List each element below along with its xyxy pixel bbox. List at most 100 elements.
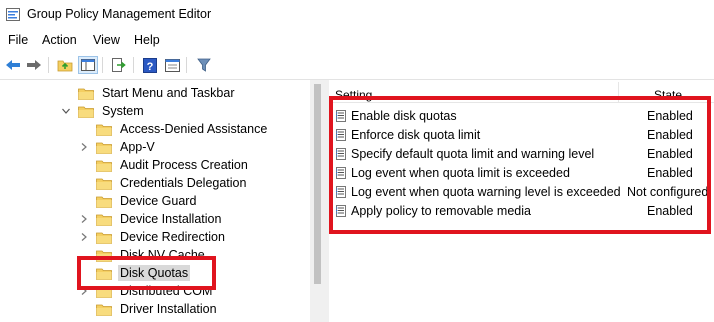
policy-setting-icon <box>336 186 346 198</box>
tree-item-label: Access-Denied Assistance <box>120 122 268 136</box>
policy-setting-name: Enable disk quotas <box>351 109 457 123</box>
menu-help[interactable]: Help <box>134 33 160 47</box>
chevron-down-icon[interactable] <box>60 105 72 117</box>
tree-item[interactable]: Disk NV Cache <box>78 246 207 264</box>
policy-setting-name: Enforce disk quota limit <box>351 128 481 142</box>
up-folder-icon[interactable] <box>55 56 75 74</box>
folder-icon <box>96 231 112 244</box>
tree-item[interactable]: Driver Installation <box>78 300 219 318</box>
tree-item-label: Audit Process Creation <box>120 158 248 172</box>
column-header-state[interactable]: State <box>654 88 682 102</box>
policy-setting-name: Log event when quota limit is exceeded <box>351 166 570 180</box>
policy-row[interactable]: Enforce disk quota limit Enabled <box>329 126 714 145</box>
policy-setting-name: Apply policy to removable media <box>351 204 531 218</box>
tree-item[interactable]: System <box>60 102 146 120</box>
tree-scrollbar[interactable] <box>310 80 325 322</box>
folder-icon <box>78 105 94 118</box>
export-list-icon[interactable] <box>109 56 129 74</box>
folder-icon <box>96 195 112 208</box>
chevron-right-icon[interactable] <box>78 231 90 243</box>
folder-icon <box>96 285 112 298</box>
folder-icon <box>96 213 112 226</box>
tree-item[interactable]: Audit Process Creation <box>78 156 250 174</box>
svg-text:?: ? <box>147 61 154 73</box>
policy-setting-icon <box>336 167 346 179</box>
window-title: Group Policy Management Editor <box>27 7 212 21</box>
policy-row[interactable]: Log event when quota limit is exceeded En… <box>329 164 714 183</box>
expander-placeholder <box>78 177 90 189</box>
tree-item[interactable]: Disk Quotas <box>78 264 191 282</box>
folder-icon <box>96 267 112 280</box>
policy-setting-icon <box>336 205 346 217</box>
expander-placeholder <box>78 249 90 261</box>
folder-icon <box>96 177 112 190</box>
tree-item-label: Credentials Delegation <box>120 176 247 190</box>
policy-row[interactable]: Log event when quota warning level is ex… <box>329 183 714 202</box>
tree-item-label: Device Installation <box>120 212 222 226</box>
tree-item-label: Disk NV Cache <box>120 248 205 262</box>
policy-row[interactable]: Specify default quota limit and warning … <box>329 145 714 164</box>
folder-icon <box>96 123 112 136</box>
tree-item[interactable]: App-V <box>78 138 157 156</box>
back-arrow-icon[interactable] <box>3 56 23 74</box>
console-tree: Start Menu and Taskbar System Access-Denie… <box>0 80 310 322</box>
tree-item[interactable]: Distributed COM <box>78 282 214 300</box>
group-policy-app-icon <box>6 8 20 21</box>
tree-item[interactable]: Credentials Delegation <box>78 174 248 192</box>
title-bar: Group Policy Management Editor <box>0 0 714 30</box>
tree-item-label: Driver Installation <box>120 302 217 316</box>
policy-setting-icon <box>336 110 346 122</box>
tree-item[interactable]: Access-Denied Assistance <box>78 120 269 138</box>
forward-arrow-icon[interactable] <box>24 56 44 74</box>
tree-item[interactable]: Start Menu and Taskbar <box>60 84 236 102</box>
policy-setting-icon <box>336 129 346 141</box>
column-header-setting[interactable]: Setting <box>335 88 372 102</box>
show-hide-tree-icon[interactable] <box>78 56 98 74</box>
help-icon[interactable]: ? <box>140 56 160 74</box>
tree-item[interactable]: Device Installation <box>78 210 223 228</box>
policy-setting-state: Enabled <box>647 166 693 180</box>
menu-view[interactable]: View <box>93 33 120 47</box>
folder-icon <box>78 87 94 100</box>
policy-setting-icon <box>336 148 346 160</box>
tree-item[interactable]: Device Redirection <box>78 228 227 246</box>
column-header: Setting State <box>329 80 714 103</box>
scrollbar-thumb[interactable] <box>314 84 321 284</box>
filter-icon[interactable] <box>194 56 214 74</box>
column-divider[interactable] <box>618 82 619 102</box>
properties-icon[interactable] <box>162 56 182 74</box>
policy-setting-name: Specify default quota limit and warning … <box>351 147 595 161</box>
chevron-right-icon[interactable] <box>78 213 90 225</box>
tree-item-label: Device Redirection <box>120 230 225 244</box>
tree-item[interactable]: Device Guard <box>78 192 198 210</box>
expander-placeholder <box>78 159 90 171</box>
tree-item-label: Distributed COM <box>120 284 213 298</box>
toolbar-separator <box>133 57 134 73</box>
menu-action[interactable]: Action <box>42 33 77 47</box>
chevron-right-icon[interactable] <box>78 285 90 297</box>
policy-row[interactable]: Enable disk quotas Enabled <box>329 107 714 126</box>
tree-item-label: App-V <box>120 140 155 154</box>
toolbar-separator <box>48 57 49 73</box>
toolbar-separator <box>186 57 187 73</box>
tree-item-label: Disk Quotas <box>118 265 191 281</box>
menu-bar: File Action View Help <box>0 30 714 51</box>
folder-icon <box>96 159 112 172</box>
policy-setting-state: Not configured <box>627 185 709 199</box>
expander-placeholder <box>78 303 90 315</box>
menu-file[interactable]: File <box>8 33 28 47</box>
expander-placeholder <box>78 195 90 207</box>
folder-icon <box>96 249 112 262</box>
chevron-right-icon[interactable] <box>78 141 90 153</box>
policy-setting-state: Enabled <box>647 128 693 142</box>
policy-setting-state: Enabled <box>647 147 693 161</box>
policy-setting-state: Enabled <box>647 109 693 123</box>
tree-item-label: Device Guard <box>120 194 197 208</box>
policy-row[interactable]: Apply policy to removable media Enabled <box>329 202 714 221</box>
folder-icon <box>96 141 112 154</box>
toolbar-separator <box>102 57 103 73</box>
expander-placeholder <box>78 123 90 135</box>
toolbar: ? <box>0 52 714 80</box>
expander-placeholder <box>60 87 72 99</box>
policy-setting-name: Log event when quota warning level is ex… <box>351 185 621 199</box>
